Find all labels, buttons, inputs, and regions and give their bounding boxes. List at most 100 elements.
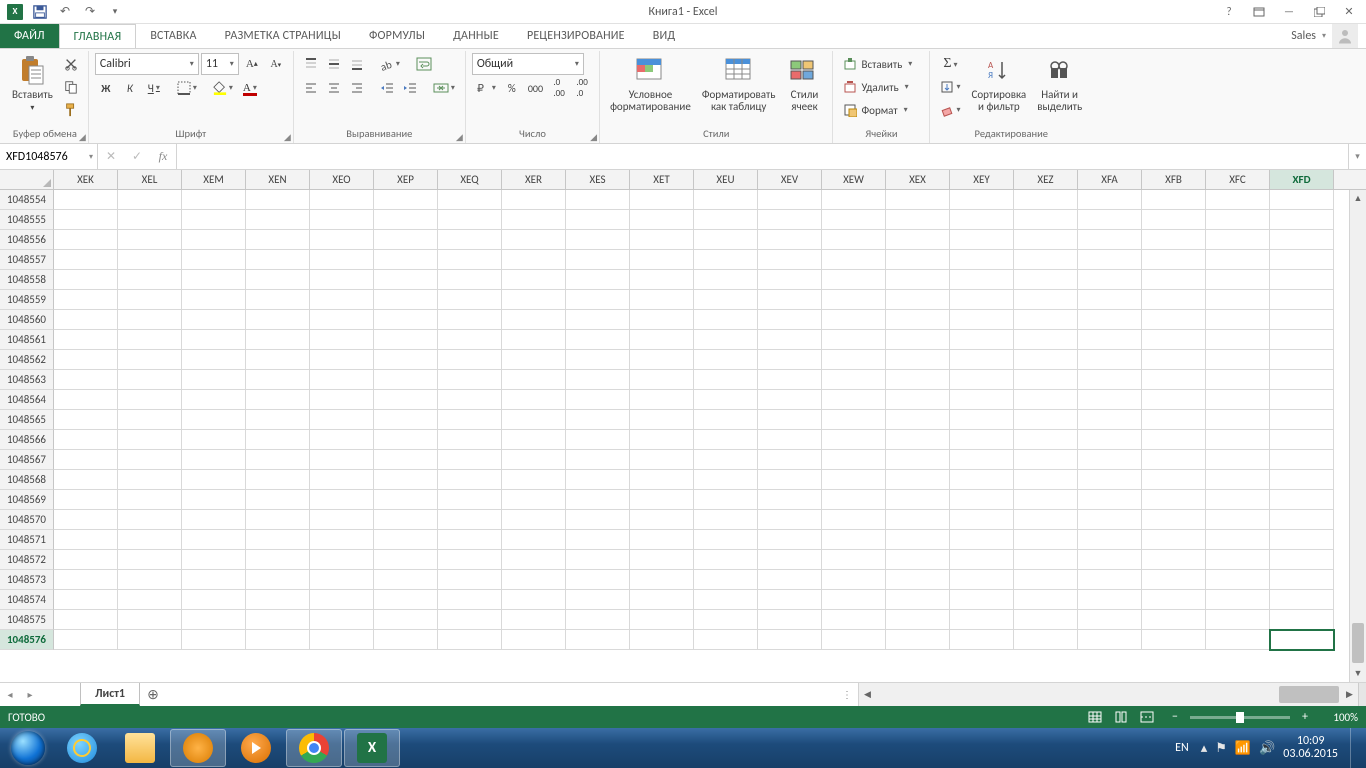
align-right-button[interactable] bbox=[346, 77, 368, 99]
cell[interactable] bbox=[694, 550, 758, 570]
taskbar-app1[interactable] bbox=[170, 729, 226, 767]
cell[interactable] bbox=[1142, 450, 1206, 470]
cell[interactable] bbox=[246, 630, 310, 650]
account-avatar[interactable] bbox=[1332, 24, 1358, 48]
row-header[interactable]: 1048573 bbox=[0, 570, 54, 590]
cell[interactable] bbox=[374, 610, 438, 630]
cell[interactable] bbox=[502, 570, 566, 590]
row-header[interactable]: 1048575 bbox=[0, 610, 54, 630]
cell[interactable] bbox=[886, 530, 950, 550]
cell[interactable] bbox=[438, 390, 502, 410]
column-header[interactable]: XEL bbox=[118, 170, 182, 189]
row-header[interactable]: 1048569 bbox=[0, 490, 54, 510]
cell[interactable] bbox=[310, 610, 374, 630]
insert-cells-button[interactable]: Вставить bbox=[839, 53, 923, 75]
cell[interactable] bbox=[374, 330, 438, 350]
cell[interactable] bbox=[694, 590, 758, 610]
cell[interactable] bbox=[886, 310, 950, 330]
cell[interactable] bbox=[54, 310, 118, 330]
cell[interactable] bbox=[374, 250, 438, 270]
cell[interactable] bbox=[886, 430, 950, 450]
cell[interactable] bbox=[1078, 210, 1142, 230]
cell[interactable] bbox=[1142, 550, 1206, 570]
cell[interactable] bbox=[310, 450, 374, 470]
cell[interactable] bbox=[438, 430, 502, 450]
format-as-table-button[interactable]: Форматировать как таблицу bbox=[698, 53, 780, 115]
cell[interactable] bbox=[822, 530, 886, 550]
font-color-button[interactable]: A bbox=[239, 77, 261, 99]
cell[interactable] bbox=[246, 490, 310, 510]
row-header[interactable]: 1048571 bbox=[0, 530, 54, 550]
taskbar-clock[interactable]: 10:09 03.06.2015 bbox=[1283, 735, 1338, 761]
cell[interactable] bbox=[1078, 230, 1142, 250]
cell[interactable] bbox=[246, 550, 310, 570]
cell[interactable] bbox=[950, 330, 1014, 350]
cell[interactable] bbox=[630, 570, 694, 590]
cell[interactable] bbox=[310, 570, 374, 590]
cell[interactable] bbox=[374, 310, 438, 330]
cell[interactable] bbox=[54, 450, 118, 470]
cell[interactable] bbox=[1206, 310, 1270, 330]
cell[interactable] bbox=[566, 370, 630, 390]
cell[interactable] bbox=[694, 610, 758, 630]
cell[interactable] bbox=[1078, 310, 1142, 330]
cell[interactable] bbox=[886, 270, 950, 290]
cell[interactable] bbox=[694, 570, 758, 590]
column-header[interactable]: XEP bbox=[374, 170, 438, 189]
cell[interactable] bbox=[822, 390, 886, 410]
row-header[interactable]: 1048557 bbox=[0, 250, 54, 270]
row-header[interactable]: 1048564 bbox=[0, 390, 54, 410]
underline-button[interactable]: Ч bbox=[143, 77, 165, 99]
taskbar-media-player[interactable] bbox=[228, 729, 284, 767]
cell[interactable] bbox=[566, 490, 630, 510]
cell[interactable] bbox=[1142, 310, 1206, 330]
cell[interactable] bbox=[1142, 370, 1206, 390]
cell[interactable] bbox=[1078, 510, 1142, 530]
cell[interactable] bbox=[54, 470, 118, 490]
cell[interactable] bbox=[1078, 590, 1142, 610]
cell[interactable] bbox=[758, 190, 822, 210]
cell[interactable] bbox=[886, 250, 950, 270]
cell[interactable] bbox=[694, 310, 758, 330]
cell[interactable] bbox=[502, 290, 566, 310]
column-header[interactable]: XFD bbox=[1270, 170, 1334, 189]
cell[interactable] bbox=[630, 270, 694, 290]
cell[interactable] bbox=[694, 250, 758, 270]
cell[interactable] bbox=[310, 370, 374, 390]
tab-file[interactable]: ФАЙЛ bbox=[0, 24, 59, 48]
cell[interactable] bbox=[54, 210, 118, 230]
cell[interactable] bbox=[310, 550, 374, 570]
scroll-right-arrow[interactable]: ▶ bbox=[1341, 683, 1358, 706]
cell[interactable] bbox=[374, 470, 438, 490]
cell[interactable] bbox=[822, 270, 886, 290]
cell[interactable] bbox=[182, 450, 246, 470]
cell[interactable] bbox=[950, 490, 1014, 510]
cell[interactable] bbox=[246, 310, 310, 330]
cell[interactable] bbox=[630, 470, 694, 490]
cell[interactable] bbox=[310, 350, 374, 370]
format-painter-button[interactable] bbox=[60, 99, 82, 121]
cell[interactable] bbox=[1206, 450, 1270, 470]
column-header[interactable]: XEO bbox=[310, 170, 374, 189]
cell[interactable] bbox=[310, 510, 374, 530]
tray-network-icon[interactable]: 📶 bbox=[1235, 741, 1251, 756]
cell[interactable] bbox=[1206, 530, 1270, 550]
tab-view[interactable]: ВИД bbox=[639, 24, 690, 48]
cell[interactable] bbox=[438, 410, 502, 430]
cell[interactable] bbox=[54, 610, 118, 630]
cell[interactable] bbox=[246, 230, 310, 250]
cell[interactable] bbox=[1078, 250, 1142, 270]
percent-format-button[interactable]: % bbox=[501, 77, 523, 99]
cell[interactable] bbox=[54, 630, 118, 650]
cell[interactable] bbox=[566, 230, 630, 250]
cell[interactable] bbox=[1078, 270, 1142, 290]
cell[interactable] bbox=[1206, 590, 1270, 610]
fill-button[interactable] bbox=[936, 76, 964, 98]
cell[interactable] bbox=[822, 510, 886, 530]
cell[interactable] bbox=[54, 250, 118, 270]
cell[interactable] bbox=[1142, 270, 1206, 290]
expand-formula-bar[interactable]: ▾ bbox=[1348, 144, 1366, 169]
cell[interactable] bbox=[630, 230, 694, 250]
cell[interactable] bbox=[54, 190, 118, 210]
cell[interactable] bbox=[182, 230, 246, 250]
